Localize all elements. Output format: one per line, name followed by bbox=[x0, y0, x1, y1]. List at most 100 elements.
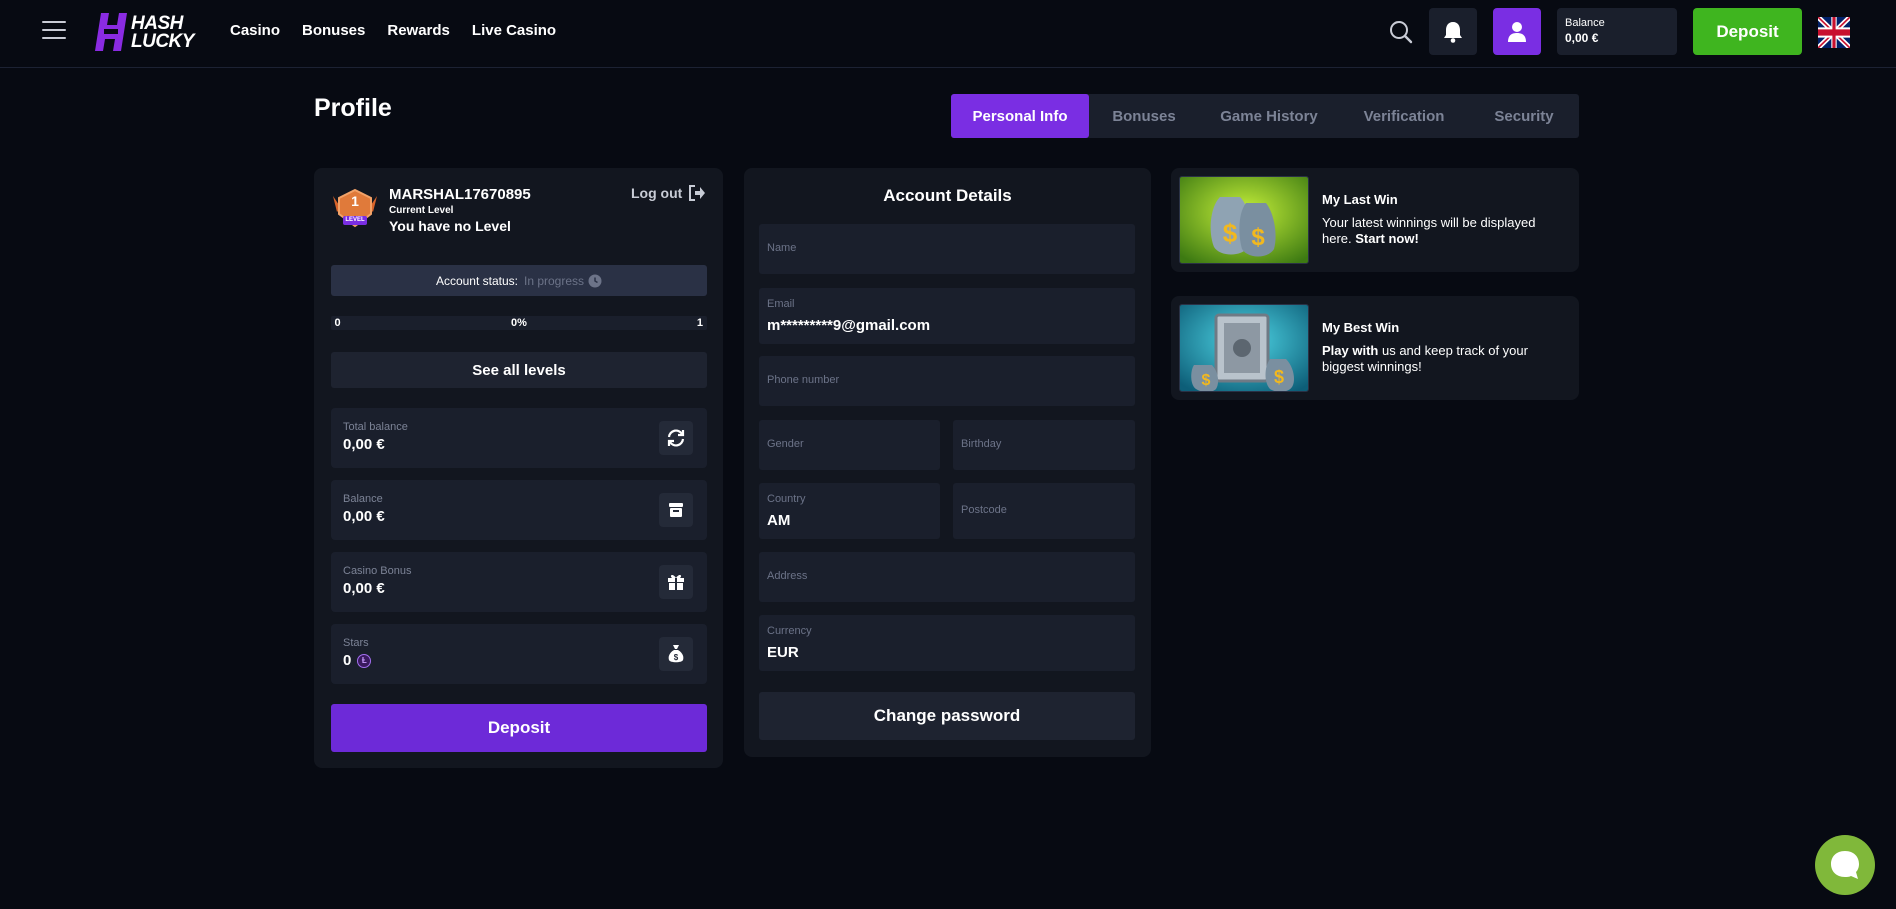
notifications-button[interactable] bbox=[1429, 8, 1477, 55]
last-win-title: My Last Win bbox=[1322, 192, 1398, 207]
bell-icon bbox=[1444, 21, 1462, 43]
header-balance[interactable]: Balance 0,00 € bbox=[1557, 8, 1677, 55]
money-bags-image: $ $ bbox=[1179, 176, 1309, 264]
clock-icon bbox=[588, 274, 602, 287]
best-win-description: Play with us and keep track of your bigg… bbox=[1322, 343, 1562, 375]
vault-image: $ $ bbox=[1179, 304, 1309, 392]
logout-icon bbox=[689, 185, 706, 201]
coin-icon: Ƚ bbox=[357, 653, 372, 668]
postcode-label: Postcode bbox=[961, 504, 1007, 516]
level-badge-text: LEVEL bbox=[345, 217, 365, 223]
level-progress: 0 0% 1 bbox=[331, 316, 707, 330]
gift-icon bbox=[668, 574, 684, 590]
logout-button[interactable]: Log out bbox=[631, 185, 706, 201]
nav-rewards[interactable]: Rewards bbox=[387, 22, 450, 39]
account-status-value: In progress bbox=[524, 273, 585, 288]
stars-label: Stars bbox=[343, 637, 369, 649]
currency-field[interactable]: Currency EUR bbox=[759, 615, 1135, 671]
birthday-field[interactable]: Birthday bbox=[953, 420, 1135, 470]
logo-text-line2: LUCKY bbox=[131, 31, 194, 52]
search-icon[interactable] bbox=[1388, 18, 1414, 46]
postcode-field[interactable]: Postcode bbox=[953, 483, 1135, 539]
address-field[interactable]: Address bbox=[759, 552, 1135, 602]
tab-verification[interactable]: Verification bbox=[1339, 94, 1469, 138]
page-title: Profile bbox=[314, 94, 392, 122]
currency-label: Currency bbox=[767, 625, 812, 637]
account-details-title: Account Details bbox=[883, 186, 1012, 205]
country-field[interactable]: Country AM bbox=[759, 483, 940, 539]
currency-value: EUR bbox=[767, 644, 799, 661]
main-nav: Casino Bonuses Rewards Live Casino bbox=[230, 22, 556, 39]
logo[interactable]: HASH LUCKY bbox=[95, 13, 205, 53]
top-bar: HASH LUCKY Casino Bonuses Rewards Live C… bbox=[0, 0, 1896, 68]
gender-field[interactable]: Gender bbox=[759, 420, 940, 470]
tab-personal-info[interactable]: Personal Info bbox=[951, 94, 1089, 138]
money-bag-icon: $ bbox=[668, 645, 684, 663]
refresh-icon bbox=[667, 429, 685, 447]
tab-game-history[interactable]: Game History bbox=[1199, 94, 1339, 138]
best-win-card[interactable]: $ $ My Best Win Play with us and keep tr… bbox=[1171, 296, 1579, 400]
phone-label: Phone number bbox=[767, 374, 840, 386]
wallet-button[interactable] bbox=[659, 493, 693, 527]
svg-text:$: $ bbox=[1274, 367, 1284, 387]
country-value: AM bbox=[767, 512, 791, 529]
nav-casino[interactable]: Casino bbox=[230, 22, 280, 39]
progress-percent: 0% bbox=[511, 317, 527, 329]
gift-button[interactable] bbox=[659, 565, 693, 599]
wallet-icon bbox=[669, 503, 683, 517]
country-label: Country bbox=[767, 493, 806, 505]
email-value: m*********9@gmail.com bbox=[767, 317, 931, 334]
stars-value-row: 0 Ƚ bbox=[343, 652, 372, 669]
gender-label: Gender bbox=[767, 438, 804, 450]
balance-card-value: 0,00 € bbox=[343, 508, 385, 525]
stars-card: Stars 0 Ƚ $ bbox=[331, 624, 707, 684]
change-password-button[interactable]: Change password bbox=[759, 692, 1135, 740]
name-label: Name bbox=[767, 242, 797, 254]
nav-live-casino[interactable]: Live Casino bbox=[472, 22, 556, 39]
name-field[interactable]: Name bbox=[759, 224, 1135, 274]
nav-bonuses[interactable]: Bonuses bbox=[302, 22, 365, 39]
user-icon bbox=[1508, 21, 1526, 42]
money-bag-button[interactable]: $ bbox=[659, 637, 693, 671]
balance-card: Balance 0,00 € bbox=[331, 480, 707, 540]
balance-value: 0,00 € bbox=[1565, 31, 1599, 45]
svg-text:$: $ bbox=[1223, 218, 1238, 248]
total-balance-value: 0,00 € bbox=[343, 436, 385, 453]
play-with-link[interactable]: Play with bbox=[1322, 343, 1378, 358]
level-badge: 1 LEVEL bbox=[331, 188, 379, 232]
deposit-button[interactable]: Deposit bbox=[331, 704, 707, 752]
casino-bonus-card: Casino Bonus 0,00 € bbox=[331, 552, 707, 612]
email-field[interactable]: Email m*********9@gmail.com bbox=[759, 288, 1135, 344]
balance-card-label: Balance bbox=[343, 493, 383, 505]
menu-icon[interactable] bbox=[42, 21, 66, 41]
profile-button[interactable] bbox=[1493, 8, 1541, 55]
refresh-button[interactable] bbox=[659, 421, 693, 455]
current-level-label: Current Level bbox=[389, 205, 454, 216]
last-win-description: Your latest winnings will be displayed h… bbox=[1322, 215, 1562, 247]
header-deposit-button[interactable]: Deposit bbox=[1693, 8, 1802, 55]
account-status-label: Account status: bbox=[435, 273, 518, 288]
account-status: Account status: In progress bbox=[331, 265, 707, 296]
casino-bonus-value: 0,00 € bbox=[343, 580, 385, 597]
chat-button[interactable] bbox=[1815, 835, 1875, 895]
birthday-label: Birthday bbox=[961, 438, 1002, 450]
profile-tabs: Personal Info Bonuses Game History Verif… bbox=[951, 94, 1579, 138]
best-win-title: My Best Win bbox=[1322, 320, 1400, 335]
phone-field[interactable]: Phone number bbox=[759, 356, 1135, 406]
start-now-link[interactable]: Start now! bbox=[1355, 231, 1419, 246]
svg-text:$: $ bbox=[1251, 224, 1265, 251]
total-balance-card: Total balance 0,00 € bbox=[331, 408, 707, 468]
last-win-card[interactable]: $ $ My Last Win Your latest winnings wil… bbox=[1171, 168, 1579, 272]
tab-bonuses[interactable]: Bonuses bbox=[1089, 94, 1199, 138]
email-label: Email bbox=[767, 298, 795, 310]
stars-value: 0 bbox=[343, 652, 352, 669]
uk-flag-icon[interactable] bbox=[1817, 14, 1851, 51]
address-label: Address bbox=[767, 570, 808, 582]
logout-label: Log out bbox=[631, 185, 683, 201]
last-win-text: Your latest winnings will be displayed h… bbox=[1322, 215, 1536, 246]
see-all-levels-button[interactable]: See all levels bbox=[331, 352, 707, 388]
tab-security[interactable]: Security bbox=[1469, 94, 1579, 138]
chat-bubble-icon bbox=[1831, 851, 1859, 879]
profile-card: 1 LEVEL MARSHAL17670895 Current Level Yo… bbox=[314, 168, 723, 768]
svg-text:$: $ bbox=[1202, 372, 1211, 389]
